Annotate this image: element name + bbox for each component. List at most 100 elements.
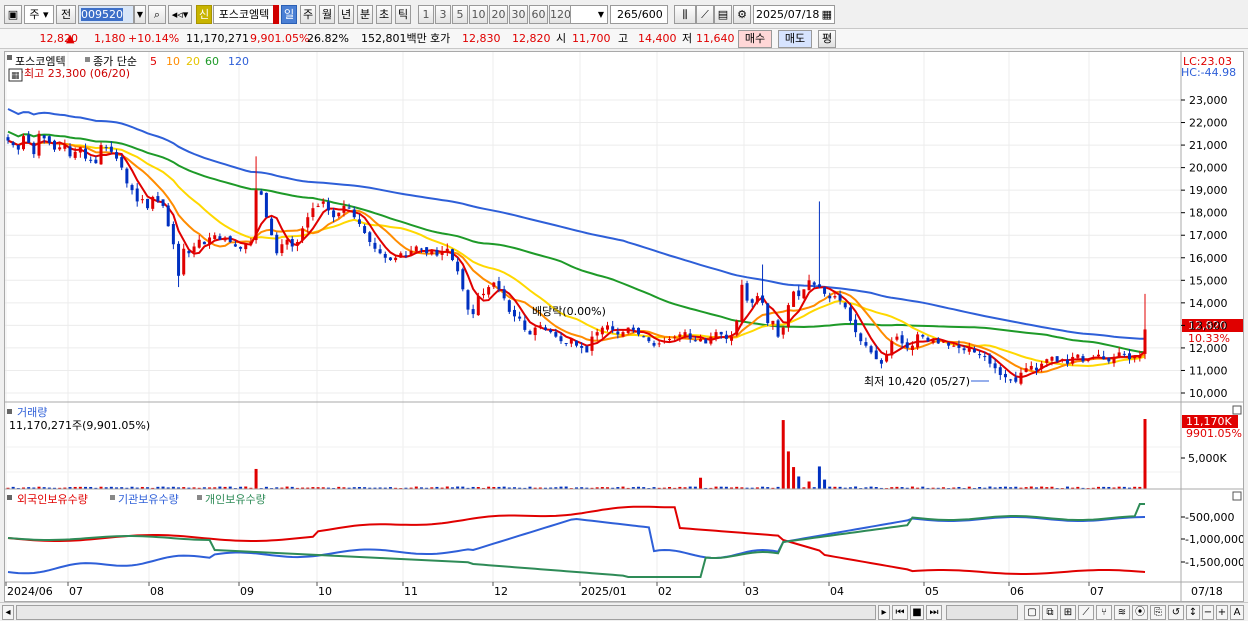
stop-icon[interactable]: ■ <box>910 605 924 620</box>
interval-button-1[interactable]: 1 <box>418 5 434 24</box>
period-button-5[interactable]: 초 <box>376 5 392 24</box>
panel-handle-icon[interactable] <box>7 55 12 60</box>
candle-body <box>177 243 181 276</box>
period-button-2[interactable]: 월 <box>319 5 335 24</box>
candle-body <box>37 133 41 156</box>
horizontal-scrollbar[interactable] <box>16 605 876 620</box>
zoom-slider[interactable] <box>946 605 1018 620</box>
auto-scale-icon[interactable]: A <box>1230 605 1244 620</box>
candle-body <box>766 303 770 324</box>
trend-icon[interactable]: ⟋ <box>1078 605 1094 620</box>
foreign-line <box>7 505 1146 575</box>
copy-icon[interactable]: ⎘ <box>1150 605 1166 620</box>
ask-price: 12,820 <box>512 32 551 45</box>
sound-icon[interactable]: ◂◃▾ <box>168 5 192 24</box>
volume-panel-handle-icon[interactable] <box>7 409 12 414</box>
candle-body <box>1143 329 1147 354</box>
candle-body <box>947 342 951 346</box>
stock-code-input[interactable]: 009520 <box>78 5 134 24</box>
fib-icon[interactable]: ≋ <box>1114 605 1130 620</box>
candle-body <box>63 145 67 149</box>
layout-icon[interactable]: ▢ <box>1024 605 1040 620</box>
prev-button[interactable]: 전 <box>56 5 76 24</box>
volume-bar <box>807 481 811 489</box>
mode-badge[interactable]: 신 <box>196 5 212 24</box>
period-button-6[interactable]: 틱 <box>395 5 411 24</box>
save-icon[interactable]: ▤ <box>714 5 732 24</box>
measure-icon[interactable]: ⦿ <box>1132 605 1148 620</box>
candle-body <box>507 300 511 312</box>
period-button-3[interactable]: 년 <box>338 5 354 24</box>
zoom-out-icon[interactable]: − <box>1202 605 1214 620</box>
interval-button-5[interactable]: 5 <box>452 5 468 24</box>
candle-body <box>202 241 206 245</box>
zoom-fit-icon[interactable]: ↕ <box>1186 605 1200 620</box>
legend-inst-handle <box>110 495 115 500</box>
interval-button-120[interactable]: 120 <box>549 5 571 24</box>
open-label: 시 <box>556 32 567 45</box>
candle-body <box>1127 353 1131 360</box>
holding-panel-handle-icon[interactable] <box>7 495 12 500</box>
interval-input[interactable]: ▼ <box>570 5 608 24</box>
candle-body <box>1096 354 1100 357</box>
count-field[interactable]: 265/600 <box>610 5 668 24</box>
candle-body <box>208 237 212 245</box>
candle-body <box>99 145 103 165</box>
candle-body <box>450 249 454 261</box>
candle-body <box>326 201 330 211</box>
eval-button[interactable]: 평 <box>818 30 836 48</box>
candle-body <box>854 319 858 333</box>
draw-tool-icon[interactable]: ⟋ <box>696 5 714 24</box>
fork-icon[interactable]: ⑂ <box>1096 605 1112 620</box>
price-axis-label: 14,000 <box>1189 297 1228 310</box>
chart-area[interactable]: 포스코엠텍 종가 단순 5 10 20 60 120 ▦ 최고 23,300 (… <box>4 51 1245 602</box>
interval-button-3[interactable]: 3 <box>435 5 451 24</box>
volume-bar <box>797 476 801 489</box>
volume-bar <box>699 477 703 489</box>
interval-button-10[interactable]: 10 <box>469 5 488 24</box>
x-axis-label: 03 <box>745 585 759 598</box>
candle-body <box>84 148 88 159</box>
compare-icon[interactable]: ⧉ <box>1042 605 1058 620</box>
holding-close-icon[interactable] <box>1232 491 1242 501</box>
period-select[interactable]: 주 ▾ <box>24 5 54 24</box>
interval-button-60[interactable]: 60 <box>529 5 548 24</box>
window-icon[interactable]: ▣ <box>4 5 22 24</box>
candle-body <box>151 196 155 209</box>
candle-body <box>53 140 57 150</box>
date-field[interactable]: 2025/07/18 ▦ <box>753 5 835 24</box>
candle-body <box>182 248 186 275</box>
candle-body <box>1029 365 1033 370</box>
interval-button-30[interactable]: 30 <box>509 5 528 24</box>
candle-type-icon[interactable]: ⫼ <box>674 5 696 24</box>
sell-button[interactable]: 매도 <box>778 30 812 48</box>
period-button-4[interactable]: 분 <box>357 5 373 24</box>
zoom-in-icon[interactable]: + <box>1216 605 1228 620</box>
interval-button-20[interactable]: 20 <box>489 5 508 24</box>
price-axis-label: 17,000 <box>1189 229 1228 242</box>
candle-body <box>171 224 175 245</box>
legend-ma120: 120 <box>228 55 249 68</box>
candle-body <box>466 290 470 310</box>
overlay-icon[interactable]: ⊞ <box>1060 605 1076 620</box>
candle-body <box>1014 377 1018 382</box>
candle-body <box>94 159 98 164</box>
last-page-icon[interactable]: ⏭ <box>926 605 942 620</box>
scroll-left-icon[interactable]: ◂ <box>2 605 14 620</box>
candle-body <box>357 219 361 224</box>
first-page-icon[interactable]: ⏮ <box>892 605 908 620</box>
scroll-right-icon[interactable]: ▸ <box>878 605 890 620</box>
candle-body <box>1045 359 1049 363</box>
period-button-0[interactable]: 일 <box>281 5 297 24</box>
buy-button[interactable]: 매수 <box>738 30 772 48</box>
chart-svg[interactable]: 포스코엠텍 종가 단순 5 10 20 60 120 ▦ 최고 23,300 (… <box>5 52 1245 601</box>
period-button-1[interactable]: 주 <box>300 5 316 24</box>
price-axis-label: 10,000 <box>1189 387 1228 400</box>
search-icon[interactable]: ⌕ <box>148 5 166 24</box>
restore-icon[interactable]: ↺ <box>1168 605 1184 620</box>
volume-close-icon[interactable] <box>1232 405 1242 415</box>
code-dropdown-icon[interactable]: ▼ <box>134 5 146 24</box>
candle-body <box>797 290 801 297</box>
calendar-icon[interactable]: ▦ <box>822 6 832 23</box>
settings-icon[interactable]: ⚙ <box>733 5 751 24</box>
